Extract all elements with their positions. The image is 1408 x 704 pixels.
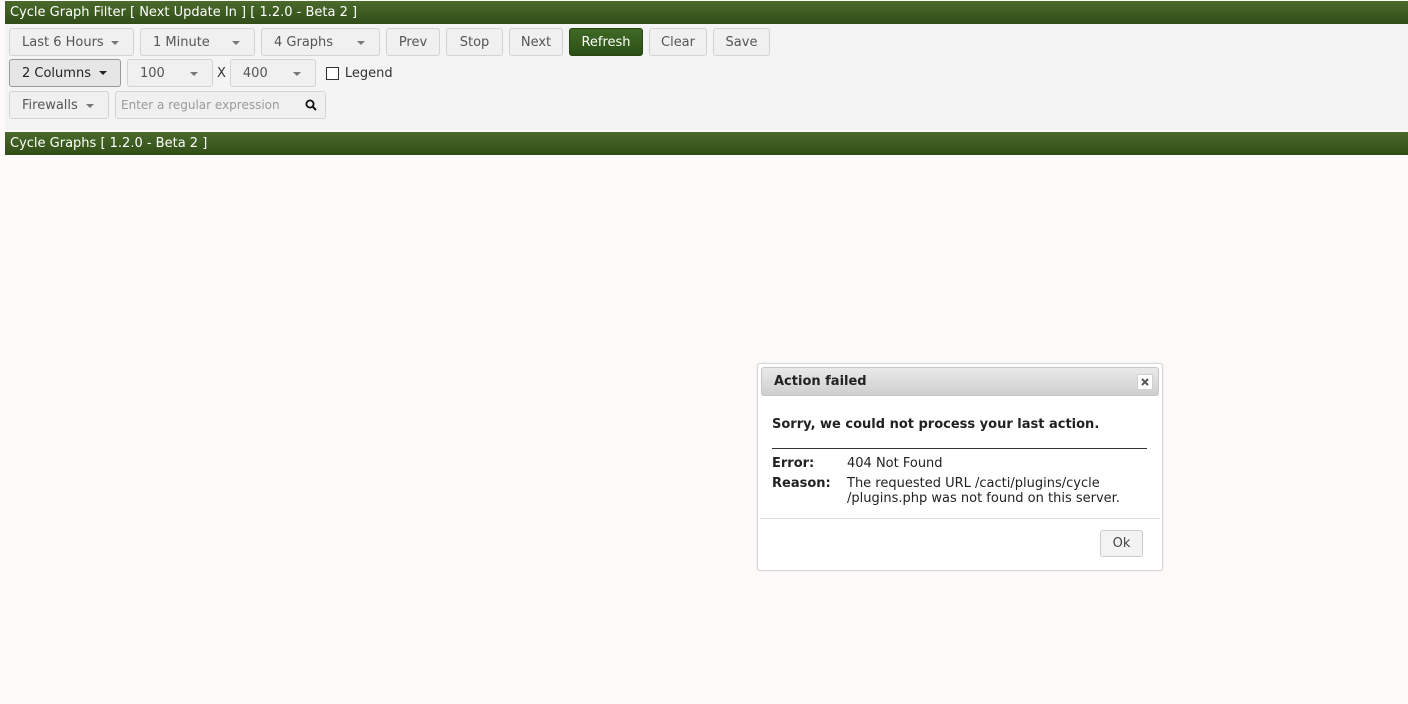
legend-checkbox[interactable] bbox=[325, 66, 339, 80]
reason-line-2: /plugins.php was not found on this serve… bbox=[847, 491, 1120, 506]
legend-label: Legend bbox=[344, 65, 393, 81]
graph-height-select[interactable]: 100 bbox=[127, 59, 213, 87]
stop-button[interactable]: Stop bbox=[446, 28, 503, 56]
prev-button[interactable]: Prev bbox=[386, 28, 440, 56]
close-icon bbox=[1141, 378, 1149, 386]
timespan-select[interactable]: Last 6 Hours bbox=[9, 28, 134, 56]
chevron-down-icon bbox=[232, 41, 240, 45]
search-icon[interactable] bbox=[305, 99, 317, 111]
dimension-separator: X bbox=[217, 65, 226, 81]
timespan-select-value: Last 6 Hours bbox=[22, 34, 104, 50]
filter-row-search: Firewalls bbox=[9, 91, 326, 119]
refresh-interval-value: 1 Minute bbox=[153, 34, 210, 50]
tree-select-value: Firewalls bbox=[22, 97, 78, 113]
graphs-panel: Cycle Graphs [ 1.2.0 - Beta 2 ] bbox=[5, 132, 1408, 155]
chevron-down-icon bbox=[98, 71, 107, 75]
error-value: 404 Not Found bbox=[847, 456, 943, 471]
divider bbox=[760, 518, 1160, 519]
search-box bbox=[115, 91, 326, 119]
dialog-titlebar[interactable]: Action failed bbox=[761, 367, 1159, 396]
refresh-interval-select[interactable]: 1 Minute bbox=[140, 28, 255, 56]
close-button[interactable] bbox=[1137, 374, 1153, 390]
ok-button[interactable]: Ok bbox=[1100, 530, 1143, 557]
filter-row-time: Last 6 Hours 1 Minute 4 Graphs Prev Stop… bbox=[9, 28, 776, 56]
reason-line-1: The requested URL /cacti/plugins/cycle bbox=[847, 476, 1100, 491]
save-button[interactable]: Save bbox=[713, 28, 770, 56]
clear-button[interactable]: Clear bbox=[649, 28, 707, 56]
columns-select[interactable]: 2 Columns bbox=[9, 59, 121, 87]
filter-row-layout: 2 Columns 100 X 400 Legend bbox=[9, 59, 393, 87]
dialog-title: Action failed bbox=[774, 374, 867, 389]
next-button[interactable]: Next bbox=[509, 28, 563, 56]
graph-height-value: 100 bbox=[140, 65, 165, 81]
chevron-down-icon bbox=[190, 72, 198, 76]
columns-select-value: 2 Columns bbox=[22, 65, 91, 81]
refresh-button[interactable]: Refresh bbox=[569, 28, 643, 56]
graph-count-value: 4 Graphs bbox=[274, 34, 334, 50]
chevron-down-icon bbox=[292, 72, 301, 76]
chevron-down-icon bbox=[111, 41, 119, 45]
search-input[interactable] bbox=[116, 97, 298, 113]
tree-select[interactable]: Firewalls bbox=[9, 91, 109, 119]
error-dialog: Action failed Sorry, we could not proces… bbox=[757, 363, 1163, 571]
filter-panel: Cycle Graph Filter [ Next Update In ] [ … bbox=[5, 1, 1408, 130]
divider bbox=[772, 448, 1147, 449]
reason-label: Reason: bbox=[772, 476, 831, 491]
chevron-down-icon bbox=[86, 104, 94, 108]
graph-width-select[interactable]: 400 bbox=[229, 59, 316, 87]
graph-width-value: 400 bbox=[242, 65, 268, 81]
filter-toolbar: Last 6 Hours 1 Minute 4 Graphs Prev Stop… bbox=[5, 24, 1408, 130]
error-label: Error: bbox=[772, 456, 815, 471]
graph-count-select[interactable]: 4 Graphs bbox=[261, 28, 380, 56]
filter-panel-title: Cycle Graph Filter [ Next Update In ] [ … bbox=[5, 1, 1408, 24]
chevron-down-icon bbox=[357, 41, 365, 45]
graphs-panel-title: Cycle Graphs [ 1.2.0 - Beta 2 ] bbox=[5, 132, 1408, 155]
dialog-message: Sorry, we could not process your last ac… bbox=[772, 417, 1100, 432]
